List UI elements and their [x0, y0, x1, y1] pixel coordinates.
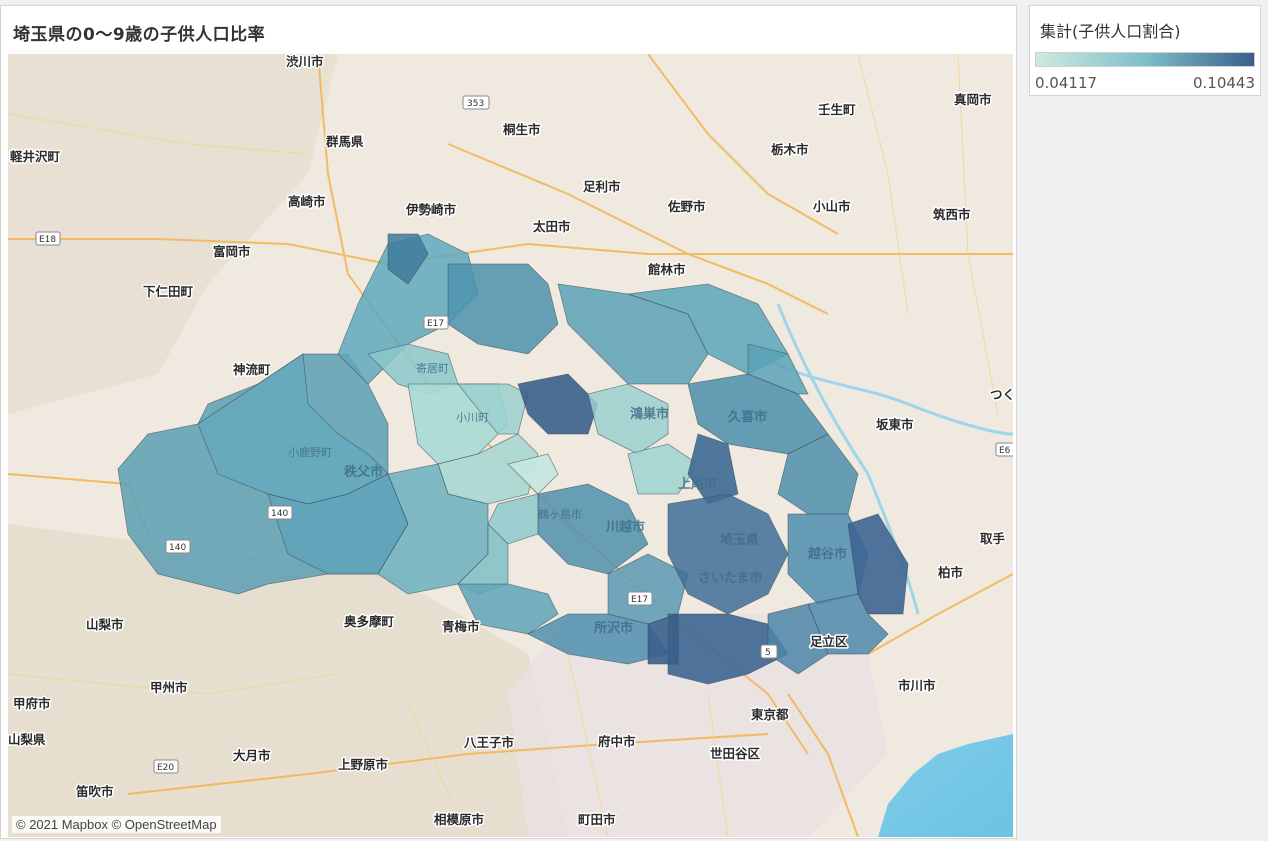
map-worksheet: 埼玉県の0～9歳の子供人口比率 渋川市 群馬県 桐生市 壬生町 真岡市 軽井沢町…	[0, 5, 1017, 839]
label-place: 奥多摩町	[344, 614, 395, 629]
road-shield: E20	[153, 759, 179, 774]
label-overlay: 寄居町	[416, 361, 449, 375]
worksheet-title: 埼玉県の0～9歳の子供人口比率	[13, 25, 266, 45]
label-place: 真岡市	[954, 92, 992, 107]
label-place: 高崎市	[288, 194, 326, 209]
legend-color-ramp	[1035, 52, 1255, 67]
label-place: 富岡市	[213, 244, 251, 259]
label-place: 東京都	[751, 707, 789, 722]
color-legend: 集計(子供人口割合) 0.04117 0.10443	[1029, 5, 1261, 96]
label-overlay: 鶴ヶ島市	[538, 507, 582, 521]
label-place: 神流町	[233, 362, 271, 377]
svg-text:140: 140	[271, 509, 288, 519]
label-overlay: 小鹿野町	[288, 445, 332, 459]
svg-text:140: 140	[169, 543, 186, 553]
label-place: 取手	[980, 531, 1006, 546]
road-shield: E6	[995, 442, 1013, 457]
label-place: 軽井沢町	[10, 149, 61, 164]
svg-text:E17: E17	[631, 595, 648, 605]
road-shield: E17	[627, 591, 653, 606]
label-place: 市川市	[898, 678, 936, 693]
label-place: 栃木市	[771, 142, 809, 157]
label-place: 桐生市	[503, 122, 541, 137]
label-place: 町田市	[578, 812, 616, 827]
label-place: 世田谷区	[710, 746, 761, 761]
label-place: 太田市	[533, 219, 571, 234]
dashboard: 埼玉県の0～9歳の子供人口比率 渋川市 群馬県 桐生市 壬生町 真岡市 軽井沢町…	[0, 0, 1268, 841]
svg-text:E20: E20	[157, 763, 174, 773]
label-place: 群馬県	[325, 134, 364, 149]
label-place: 渋川市	[286, 54, 324, 69]
label-place: 柏市	[938, 565, 964, 580]
road-shield: E18	[35, 231, 61, 246]
legend-max-value: 0.10443	[1192, 74, 1255, 92]
road-shield: 140	[165, 539, 191, 554]
choropleth-map[interactable]: 渋川市 群馬県 桐生市 壬生町 真岡市 軽井沢町 足利市 栃木市 高崎市 伊勢崎…	[8, 54, 1013, 837]
label-place: 八王子市	[463, 735, 515, 750]
label-place: 小山市	[812, 199, 851, 214]
road-shield: 140	[267, 505, 293, 520]
label-place: 山梨県	[8, 732, 46, 747]
svg-text:E18: E18	[39, 235, 56, 245]
legend-min-value: 0.04117	[1035, 74, 1098, 92]
label-place: 館林市	[647, 262, 686, 277]
label-place: 壬生町	[818, 102, 856, 117]
label-place: 伊勢崎市	[405, 202, 457, 217]
label-place: 甲府市	[13, 696, 51, 711]
label-place: 府中市	[598, 734, 636, 749]
map-attribution[interactable]: © 2021 Mapbox © OpenStreetMap	[12, 816, 221, 833]
svg-text:5: 5	[765, 648, 771, 658]
label-overlay: 鴻巣市	[630, 406, 669, 422]
svg-text:E6: E6	[999, 446, 1011, 456]
label-overlay: 所沢市	[594, 620, 633, 636]
road-shield: 5	[760, 644, 778, 659]
road-shield: E17	[423, 315, 449, 330]
label-place: 足立区	[810, 634, 848, 649]
label-overlay: 埼玉県	[720, 532, 759, 548]
svg-text:E17: E17	[427, 319, 444, 329]
label-place: 下仁田町	[143, 284, 194, 299]
label-place: 青梅市	[442, 619, 480, 634]
label-place: 上野原市	[338, 757, 389, 772]
road-shield: 353	[462, 95, 490, 110]
label-overlay: 小川町	[456, 411, 489, 424]
label-place: 笛吹市	[75, 784, 114, 799]
label-place: 甲州市	[150, 680, 188, 695]
label-overlay: 川越市	[605, 519, 645, 535]
svg-text:353: 353	[467, 99, 484, 109]
label-overlay: 久喜市	[728, 409, 767, 425]
legend-title: 集計(子供人口割合)	[1040, 22, 1181, 41]
label-overlay: さいたま市	[698, 570, 763, 586]
label-place: 相模原市	[434, 812, 485, 827]
label-place: 坂東市	[876, 417, 914, 432]
map-canvas[interactable]: 渋川市 群馬県 桐生市 壬生町 真岡市 軽井沢町 足利市 栃木市 高崎市 伊勢崎…	[8, 54, 1013, 837]
label-place: 佐野市	[667, 199, 706, 214]
label-overlay: 上尾市	[678, 476, 717, 492]
label-place: 筑西市	[933, 207, 971, 222]
label-overlay: 越谷市	[807, 546, 847, 562]
label-place: 大月市	[233, 748, 271, 763]
label-place: つく	[990, 387, 1013, 402]
label-place: 足利市	[583, 179, 621, 194]
label-place: 山梨市	[86, 617, 124, 632]
label-overlay: 秩父市	[344, 464, 383, 480]
